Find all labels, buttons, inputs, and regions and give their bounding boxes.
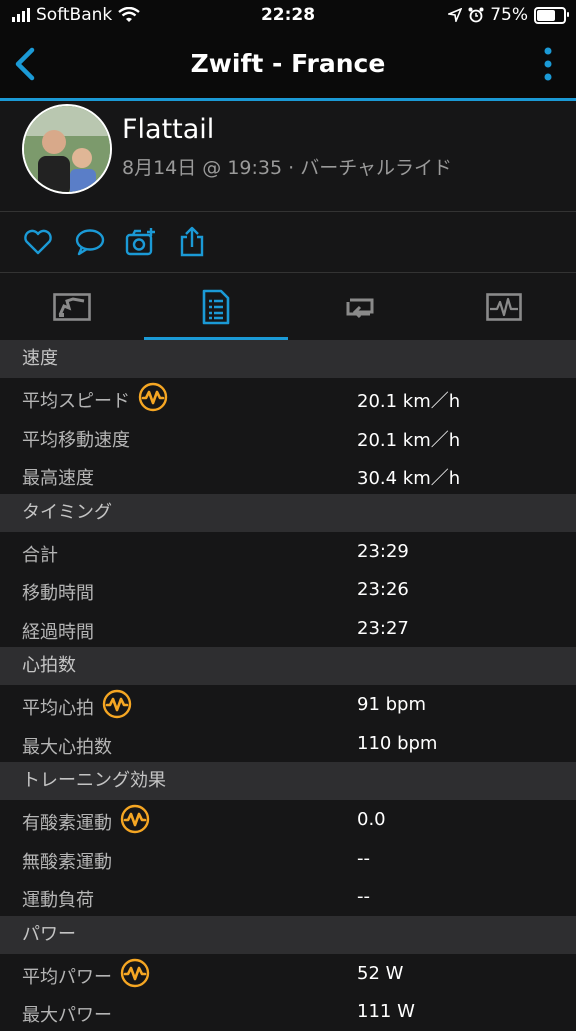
stat-value: 110 bpm xyxy=(357,732,438,754)
chart-graph-icon xyxy=(486,292,522,321)
map-overview-icon xyxy=(53,292,91,321)
location-arrow-icon xyxy=(448,8,463,22)
stats-document-icon xyxy=(202,289,230,324)
battery-percentage: 75% xyxy=(490,5,528,25)
stat-row: 平均パワー 52 W xyxy=(0,953,576,992)
stat-row: 平均移動速度 20.1 km／h xyxy=(0,416,576,455)
activity-owner-header: Flattail 8月14日 @ 19:35 · バーチャルライド xyxy=(0,101,576,212)
laps-loop-icon xyxy=(346,298,374,318)
stat-label: 最大心拍数 xyxy=(22,736,112,758)
avatar[interactable] xyxy=(22,104,112,194)
stat-value: 23:27 xyxy=(357,617,409,639)
more-options-icon[interactable] xyxy=(542,46,554,82)
stat-row: 運動負荷 -- xyxy=(0,877,576,916)
insight-badge-icon[interactable] xyxy=(120,804,150,834)
battery-icon xyxy=(534,6,569,24)
section-header: 心拍数 xyxy=(0,647,576,685)
navigation-bar: Zwift - France xyxy=(0,32,576,101)
insight-badge-icon[interactable] xyxy=(138,382,168,412)
tab-map[interactable] xyxy=(0,273,144,340)
stats-list: 速度平均スピード 20.1 km／h 平均移動速度 20.1 km／h 最高速度 30.4… xyxy=(0,340,576,1031)
stat-row: 最大パワー 111 W xyxy=(0,992,576,1031)
comment-icon[interactable] xyxy=(74,226,106,258)
section-header: トレーニング効果 xyxy=(0,762,576,800)
stat-value: 20.1 km／h xyxy=(357,429,461,451)
stat-value: -- xyxy=(357,886,370,907)
stat-label: 平均スピード xyxy=(22,391,130,412)
insight-badge-icon[interactable] xyxy=(102,689,132,719)
section-header: パワー xyxy=(0,915,576,954)
stat-row: 有酸素運動 0.0 xyxy=(0,800,576,839)
stat-value: 52 W xyxy=(357,962,404,984)
page-title: Zwift - France xyxy=(190,49,386,78)
stat-row: 経過時間 23:27 xyxy=(0,608,576,647)
stat-label: 平均心拍 xyxy=(22,698,94,719)
stat-value: 23:29 xyxy=(357,540,409,562)
stat-row: 合計 23:29 xyxy=(0,531,576,570)
section-header: 速度 xyxy=(0,340,576,378)
stat-label: 無酸素運動 xyxy=(22,851,112,873)
stat-row: 移動時間 23:26 xyxy=(0,570,576,609)
stat-row: 平均スピード 20.1 km／h xyxy=(0,378,576,417)
stat-value: 0.0 xyxy=(357,809,386,830)
share-icon[interactable] xyxy=(176,226,208,258)
action-bar xyxy=(0,212,576,273)
activity-date-type: 8月14日 @ 19:35 · バーチャルライド xyxy=(122,157,453,179)
stat-row: 最大心拍数 110 bpm xyxy=(0,723,576,762)
stat-value: 23:26 xyxy=(357,579,409,600)
stat-value: 91 bpm xyxy=(357,694,427,715)
stat-row: 平均心拍 91 bpm xyxy=(0,685,576,724)
stat-label: 運動負荷 xyxy=(22,890,94,911)
stat-label: 平均移動速度 xyxy=(22,429,130,451)
stat-label: 合計 xyxy=(22,544,58,566)
tab-laps[interactable] xyxy=(288,273,432,340)
status-bar: SoftBank 22:28 75% xyxy=(0,0,576,32)
stat-label: 最大パワー xyxy=(22,1005,112,1026)
alarm-icon xyxy=(468,7,484,23)
stat-label: 平均パワー xyxy=(22,966,112,988)
stat-value: 20.1 km／h xyxy=(357,391,461,412)
user-name[interactable]: Flattail xyxy=(122,114,214,145)
stat-label: 最高速度 xyxy=(22,468,94,489)
activity-tabs xyxy=(0,273,576,340)
stat-value: -- xyxy=(357,847,370,869)
stat-value: 30.4 km／h xyxy=(357,468,461,489)
stat-label: 有酸素運動 xyxy=(22,813,112,834)
stat-value: 111 W xyxy=(357,1001,415,1022)
like-heart-icon[interactable] xyxy=(22,226,54,258)
add-photo-camera-icon[interactable] xyxy=(125,226,157,258)
insight-badge-icon[interactable] xyxy=(120,958,150,988)
tab-stats[interactable] xyxy=(144,273,288,340)
stat-row: 無酸素運動 -- xyxy=(0,838,576,877)
stat-label: 移動時間 xyxy=(22,583,94,604)
tab-charts[interactable] xyxy=(432,273,576,340)
stat-label: 経過時間 xyxy=(22,621,94,643)
stat-row: 最高速度 30.4 km／h xyxy=(0,455,576,494)
section-header: タイミング xyxy=(0,493,576,532)
